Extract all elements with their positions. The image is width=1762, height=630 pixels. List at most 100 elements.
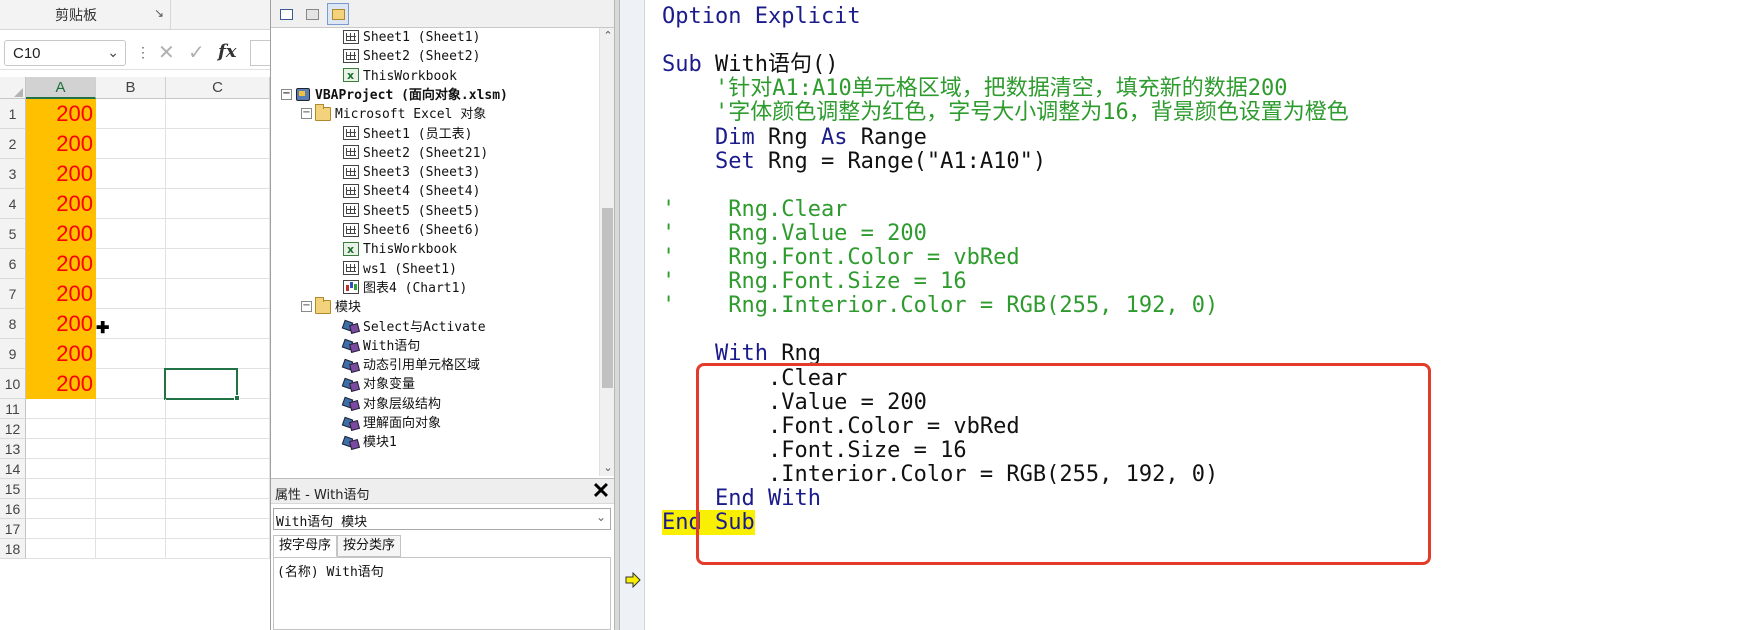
cell-c14[interactable]: [166, 459, 270, 479]
cell-c16[interactable]: [166, 499, 270, 519]
cell-a6[interactable]: 200: [26, 249, 96, 279]
tree-item[interactable]: ThisWorkbook: [343, 66, 457, 86]
tree-item[interactable]: ThisWorkbook: [343, 240, 457, 259]
tree-item[interactable]: − VBAProject (面向对象.xlsm): [281, 86, 508, 105]
cell-b11[interactable]: [96, 399, 166, 419]
cell-a12[interactable]: [26, 419, 96, 439]
insert-function-icon[interactable]: fx: [218, 41, 236, 62]
cell-c15[interactable]: [166, 479, 270, 499]
row-header-3[interactable]: 3: [0, 159, 26, 189]
sheet-grid[interactable]: 1 200 2 200 3 200 4 200 5 200 6 200 7 200 8 200 9 200 10 20…: [0, 99, 270, 630]
cell-a9[interactable]: 200: [26, 339, 96, 369]
tree-item[interactable]: Sheet2 (Sheet2): [343, 47, 480, 66]
row-header-11[interactable]: 11: [0, 399, 26, 419]
cell-a8[interactable]: 200: [26, 309, 96, 339]
row-header-10[interactable]: 10: [0, 369, 26, 399]
tree-item[interactable]: Sheet1 (员工表): [343, 125, 472, 144]
cell-a3[interactable]: 200: [26, 159, 96, 189]
tab-categorized[interactable]: 按分类序: [337, 535, 401, 557]
cell-b16[interactable]: [96, 499, 166, 519]
tree-item[interactable]: ws1 (Sheet1): [343, 260, 457, 279]
cancel-icon[interactable]: ✕: [158, 40, 175, 65]
tree-item[interactable]: 对象变量: [343, 375, 415, 394]
code-line[interactable]: Dim Rng As Range: [662, 124, 927, 151]
column-header-a[interactable]: A: [26, 77, 96, 99]
row-header-12[interactable]: 12: [0, 419, 26, 439]
tree-item[interactable]: With语句: [343, 337, 420, 356]
cell-b15[interactable]: [96, 479, 166, 499]
tree-item[interactable]: 图表4 (Chart1): [343, 279, 467, 298]
view-code-button[interactable]: [275, 3, 297, 25]
row-header-9[interactable]: 9: [0, 339, 26, 369]
cell-c9[interactable]: [166, 339, 270, 369]
check-icon[interactable]: ✓: [188, 40, 205, 65]
close-icon[interactable]: ✕: [590, 479, 612, 503]
tree-item[interactable]: Sheet6 (Sheet6): [343, 221, 480, 240]
cell-b9[interactable]: [96, 339, 166, 369]
code-line[interactable]: ' Rng.Clear: [662, 196, 847, 223]
row-header-13[interactable]: 13: [0, 439, 26, 459]
cell-b12[interactable]: [96, 419, 166, 439]
margin-indicator-bar[interactable]: [620, 0, 645, 630]
row-header-4[interactable]: 4: [0, 189, 26, 219]
cell-b14[interactable]: [96, 459, 166, 479]
cell-a13[interactable]: [26, 439, 96, 459]
column-header-c[interactable]: C: [166, 77, 270, 99]
tree-item[interactable]: Sheet5 (Sheet5): [343, 202, 480, 221]
cell-c2[interactable]: [166, 129, 270, 159]
cell-c7[interactable]: [166, 279, 270, 309]
tree-item[interactable]: Sheet4 (Sheet4): [343, 182, 480, 201]
cell-c6[interactable]: [166, 249, 270, 279]
column-header-b[interactable]: B: [96, 77, 166, 99]
chevron-down-icon[interactable]: ⌄: [596, 510, 606, 524]
row-header-1[interactable]: 1: [0, 99, 26, 129]
cell-c18[interactable]: [166, 539, 270, 559]
cell-c1[interactable]: [166, 99, 270, 129]
code-line[interactable]: Sub With语句(): [662, 51, 838, 78]
cell-c8[interactable]: [166, 309, 270, 339]
cell-a18[interactable]: [26, 539, 96, 559]
view-object-button[interactable]: [301, 3, 323, 25]
cell-c3[interactable]: [166, 159, 270, 189]
cell-b2[interactable]: [96, 129, 166, 159]
cell-b10[interactable]: [96, 369, 166, 399]
cell-a4[interactable]: 200: [26, 189, 96, 219]
row-header-2[interactable]: 2: [0, 129, 26, 159]
tree-item[interactable]: 模块1: [343, 433, 397, 452]
cell-c12[interactable]: [166, 419, 270, 439]
row-header-16[interactable]: 16: [0, 499, 26, 519]
cell-b13[interactable]: [96, 439, 166, 459]
cell-c17[interactable]: [166, 519, 270, 539]
code-line[interactable]: ' Rng.Interior.Color = RGB(255, 192, 0): [662, 292, 1218, 319]
cell-c5[interactable]: [166, 219, 270, 249]
cell-c13[interactable]: [166, 439, 270, 459]
cell-a7[interactable]: 200: [26, 279, 96, 309]
code-line[interactable]: Set Rng = Range("A1:A10"): [662, 148, 1046, 175]
row-header-14[interactable]: 14: [0, 459, 26, 479]
tree-item[interactable]: Sheet3 (Sheet3): [343, 163, 480, 182]
tree-item[interactable]: Sheet1 (Sheet1): [343, 28, 480, 47]
scroll-thumb[interactable]: [602, 208, 613, 388]
collapse-icon[interactable]: −: [281, 88, 292, 100]
cell-a15[interactable]: [26, 479, 96, 499]
formula-input[interactable]: [250, 40, 270, 66]
row-header-6[interactable]: 6: [0, 249, 26, 279]
row-header-5[interactable]: 5: [0, 219, 26, 249]
row-header-17[interactable]: 17: [0, 519, 26, 539]
cell-b7[interactable]: [96, 279, 166, 309]
tree-item[interactable]: 理解面向对象: [343, 414, 441, 433]
tab-alphabetic[interactable]: 按字母序: [273, 535, 337, 557]
cell-a11[interactable]: [26, 399, 96, 419]
row-header-8[interactable]: 8: [0, 309, 26, 339]
cell-b17[interactable]: [96, 519, 166, 539]
row-header-18[interactable]: 18: [0, 539, 26, 559]
cell-c11[interactable]: [166, 399, 270, 419]
property-name-row[interactable]: (名称) With语句: [277, 561, 384, 580]
tree-item[interactable]: Select与Activate: [343, 318, 486, 337]
properties-object-select[interactable]: With语句 模块 ⌄: [273, 508, 611, 530]
code-line[interactable]: '针对A1:A10单元格区域，把数据清空，填充新的数据200: [662, 75, 1287, 102]
tree-item[interactable]: − Microsoft Excel 对象: [301, 103, 486, 124]
select-all-corner[interactable]: [0, 77, 26, 99]
cell-c4[interactable]: [166, 189, 270, 219]
name-box[interactable]: C10 ⌄: [4, 40, 126, 66]
